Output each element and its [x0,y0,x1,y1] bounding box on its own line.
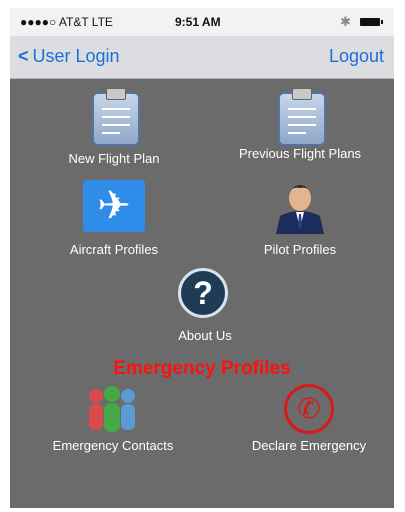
airplane-icon: ✈ [83,180,145,232]
new-flight-plan-button[interactable]: New Flight Plan [30,80,198,170]
emergency-contacts-label: Emergency Contacts [52,438,174,453]
previous-flight-plans-label: Previous Flight Plans [238,146,362,161]
emergency-section-title: Emergency Profiles [113,358,291,379]
battery-icon [360,18,383,26]
bluetooth-icon: ✱ [340,14,351,29]
aircraft-profiles-button[interactable]: ✈ Aircraft Profiles [30,174,198,264]
back-label: User Login [32,46,120,66]
previous-flight-plans-button[interactable]: Previous Flight Plans [210,80,390,170]
phone-screen: ●●●●○ AT&T LTE 9:51 AM ✱ < User Login Log… [10,8,394,508]
logout-button[interactable]: Logout [329,46,384,67]
chevron-left-icon: < [18,46,29,66]
carrier-signal: ●●●●○ AT&T LTE [20,15,113,29]
about-us-button[interactable]: ? About Us [145,266,265,348]
pilot-profiles-button[interactable]: Pilot Profiles [220,174,380,264]
back-button[interactable]: < User Login [18,46,120,67]
new-flight-plan-label: New Flight Plan [68,151,160,166]
pilot-icon [270,176,330,239]
pilot-profiles-label: Pilot Profiles [263,242,337,257]
about-us-label: About Us [178,328,232,343]
declare-emergency-label: Declare Emergency [251,438,367,453]
emergency-contacts-button[interactable]: Emergency Contacts [18,384,208,464]
status-bar: ●●●●○ AT&T LTE 9:51 AM ✱ [10,8,394,36]
phone-icon: ✆ [284,384,334,434]
aircraft-profiles-label: Aircraft Profiles [69,242,159,257]
declare-emergency-button[interactable]: ✆ Declare Emergency [224,384,394,464]
nav-bar: < User Login Logout [10,36,394,79]
contacts-group-icon [84,384,140,437]
clipboard-icon [278,88,326,146]
question-mark-icon: ? [178,268,228,318]
status-time: 9:51 AM [175,15,221,29]
clipboard-icon [92,88,140,146]
